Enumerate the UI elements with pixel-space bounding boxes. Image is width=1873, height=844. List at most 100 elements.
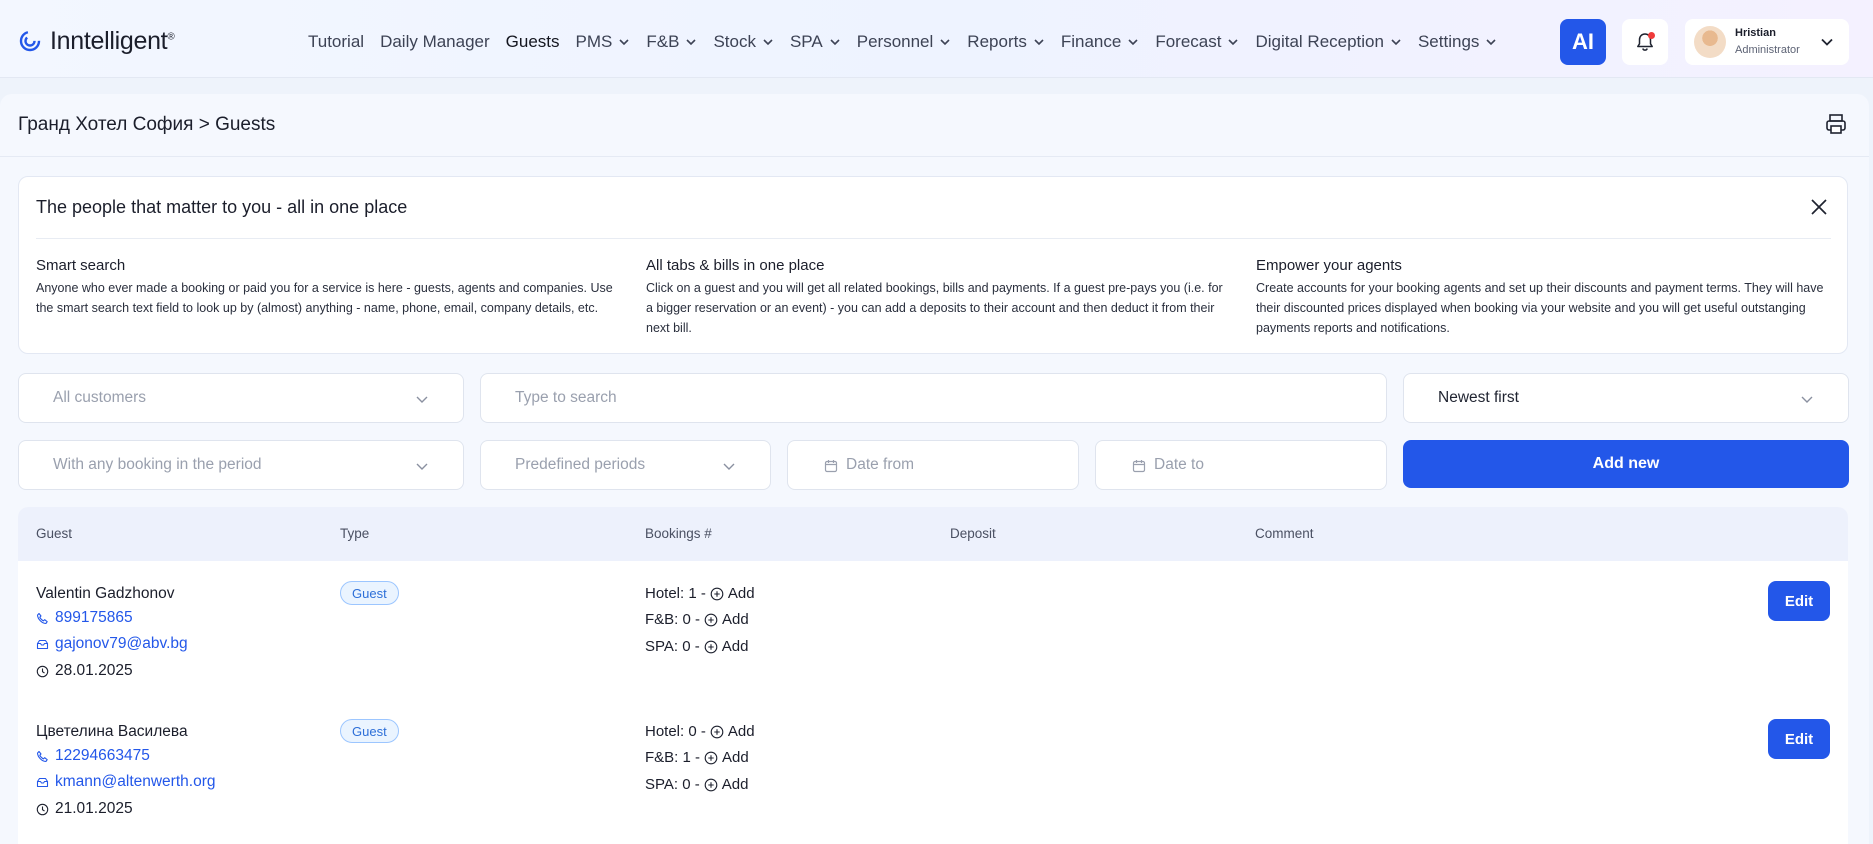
edit-button[interactable]: Edit [1768, 581, 1830, 621]
chevron-down-icon [1486, 39, 1496, 46]
chevron-down-icon [763, 39, 773, 46]
select-value: Newest first [1438, 389, 1519, 406]
email-text: gajonov79@abv.bg [55, 635, 188, 652]
nav-pms[interactable]: PMS [568, 32, 639, 52]
bookings-count: Hotel: 0 - [645, 723, 706, 740]
add-hotel-booking-button[interactable]: Add [710, 585, 755, 602]
chevron-down-icon [416, 463, 428, 470]
table-header: Guest Type Bookings # Deposit Comment [18, 507, 1848, 561]
chevron-down-icon [1821, 38, 1833, 46]
chevron-down-icon [416, 396, 428, 403]
printer-icon[interactable] [1824, 112, 1848, 136]
guest-name[interactable]: Valentin Gadzhonov [36, 585, 174, 603]
nav-fb[interactable]: F&B [638, 32, 705, 52]
nav-guests[interactable]: Guests [498, 32, 568, 52]
mail-icon [36, 777, 49, 787]
date-from-input[interactable]: Date from [787, 440, 1079, 490]
date-to-input[interactable]: Date to [1095, 440, 1387, 490]
guest-date: 21.01.2025 [36, 800, 133, 818]
chevron-down-icon [1801, 396, 1813, 403]
nav-spa[interactable]: SPA [782, 32, 849, 52]
phone-text: 12294663475 [55, 747, 150, 764]
select-value: Predefined periods [515, 456, 646, 473]
add-spa-booking-button[interactable]: Add [704, 776, 749, 793]
user-menu[interactable]: Hristian Administrator [1685, 19, 1849, 65]
select-value: All customers [53, 389, 147, 406]
nav-digital-reception[interactable]: Digital Reception [1247, 32, 1410, 52]
bookings-hotel: Hotel: 1 - Add [645, 585, 755, 602]
predefined-periods-select[interactable]: Predefined periods [480, 440, 771, 490]
guest-date: 28.01.2025 [36, 662, 133, 680]
chevron-down-icon [1034, 39, 1044, 46]
phone-icon [36, 750, 48, 762]
top-bar: Inntelligent® Tutorial Daily Manager Gue… [0, 0, 1873, 78]
ai-assistant-button[interactable]: AI [1560, 19, 1606, 65]
bookings-count: SPA: 0 - [645, 776, 700, 793]
nav-finance[interactable]: Finance [1053, 32, 1147, 52]
user-role: Administrator [1735, 44, 1800, 56]
main-nav: Tutorial Daily Manager Guests PMS F&B St… [300, 28, 1505, 56]
table-row[interactable]: Цветелина Василева 12294663475 kmann@alt… [18, 699, 1848, 837]
add-new-button[interactable]: Add new [1403, 440, 1849, 488]
chevron-down-icon [723, 463, 735, 470]
nav-daily-manager[interactable]: Daily Manager [372, 32, 498, 52]
email-text: kmann@altenwerth.org [55, 773, 216, 790]
clock-icon [36, 803, 49, 815]
user-name: Hristian [1735, 27, 1776, 39]
add-fb-booking-button[interactable]: Add [704, 749, 749, 766]
notifications-button[interactable] [1622, 19, 1668, 65]
add-label: Add [721, 638, 749, 655]
guest-name[interactable]: Цветелина Василева [36, 723, 188, 741]
bookings-fb: F&B: 1 - Add [645, 749, 749, 766]
bookings-spa: SPA: 0 - Add [645, 638, 748, 655]
page-content: Гранд Хотел София > Guests The people th… [0, 94, 1869, 844]
phone-text: 899175865 [55, 609, 133, 626]
nav-forecast[interactable]: Forecast [1147, 32, 1247, 52]
info-heading: All tabs & bills in one place [646, 257, 825, 274]
chevron-down-icon [619, 39, 629, 46]
calendar-icon [1132, 460, 1146, 473]
bookings-hotel: Hotel: 0 - Add [645, 723, 755, 740]
bookings-count: F&B: 0 - [645, 611, 701, 628]
chevron-down-icon [686, 39, 697, 46]
nav-reports[interactable]: Reports [959, 32, 1053, 52]
add-label: Add [727, 585, 755, 602]
edit-button[interactable]: Edit [1768, 719, 1830, 759]
add-fb-booking-button[interactable]: Add [704, 611, 749, 628]
nav-settings[interactable]: Settings [1410, 32, 1505, 52]
info-title: The people that matter to you - all in o… [36, 197, 408, 217]
add-spa-booking-button[interactable]: Add [704, 638, 749, 655]
sort-select[interactable]: Newest first [1403, 373, 1849, 423]
search-input[interactable]: Type to search [480, 373, 1387, 423]
guest-email[interactable]: gajonov79@abv.bg [36, 635, 188, 653]
column-header-comment: Comment [1255, 526, 1314, 541]
customers-select[interactable]: All customers [18, 373, 464, 423]
guests-table: Guest Type Bookings # Deposit Comment Va… [18, 507, 1848, 844]
add-label: Add [722, 749, 749, 766]
nav-tutorial[interactable]: Tutorial [300, 32, 372, 52]
nav-personnel[interactable]: Personnel [849, 32, 960, 52]
add-label: Add [721, 776, 749, 793]
close-icon[interactable] [1809, 197, 1829, 217]
column-header-type: Type [340, 526, 370, 541]
info-text: Click on a guest and you will get all re… [646, 281, 1223, 335]
logo-icon [19, 30, 41, 52]
bookings-spa: SPA: 0 - Add [645, 776, 748, 793]
logo-text: Inntelligent® [50, 26, 175, 55]
info-agents: Empower your agents Create accounts for … [1256, 257, 1836, 338]
guest-phone[interactable]: 12294663475 [36, 747, 150, 765]
plus-circle-icon [704, 778, 718, 791]
mail-icon [36, 639, 49, 649]
add-hotel-booking-button[interactable]: Add [710, 723, 755, 740]
logo[interactable]: Inntelligent® [18, 26, 175, 56]
guest-email[interactable]: kmann@altenwerth.org [36, 773, 215, 791]
guest-phone[interactable]: 899175865 [36, 609, 133, 627]
avatar [1694, 26, 1726, 58]
bookings-count: SPA: 0 - [645, 638, 700, 655]
booking-period-select[interactable]: With any booking in the period [18, 440, 464, 490]
table-row[interactable]: Valentin Gadzhonov 899175865 gajonov79@a… [18, 561, 1848, 699]
status-badge: Guest [340, 719, 399, 743]
plus-circle-icon [704, 640, 718, 653]
nav-stock[interactable]: Stock [705, 32, 782, 52]
info-text: Anyone who ever made a booking or paid y… [36, 281, 613, 315]
